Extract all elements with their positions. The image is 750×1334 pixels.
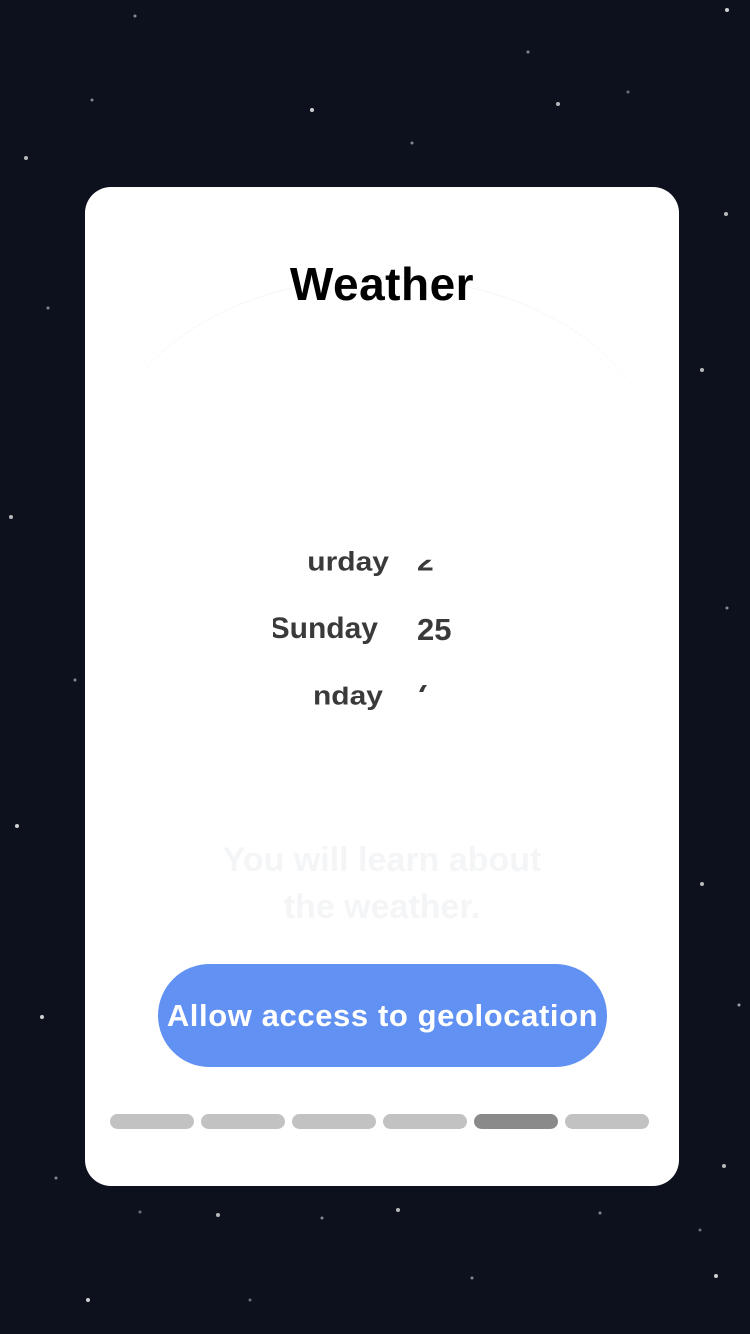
description-line: You will learn about (222, 841, 542, 879)
pagination-dot[interactable] (110, 1114, 194, 1129)
picker-row-selected[interactable]: Sunday 25 (265, 612, 505, 652)
pagination-dot[interactable] (383, 1114, 467, 1129)
pagination-dots (110, 1114, 654, 1129)
picker-row[interactable]: nday ( (265, 681, 505, 716)
pagination-dot-active[interactable] (474, 1114, 558, 1129)
pagination-dot[interactable] (565, 1114, 649, 1129)
description-line: the weather. (283, 888, 481, 926)
picker-day-label: nday (312, 681, 383, 711)
picker-day-label: urday (307, 547, 389, 577)
picker-date-label: ( (417, 681, 427, 711)
picker-date-label: 25 (417, 612, 451, 647)
picker-row[interactable]: urday 2 (265, 547, 505, 582)
pagination-dot[interactable] (201, 1114, 285, 1129)
description-text: You will learn about the weather. (165, 837, 599, 931)
pagination-dot[interactable] (292, 1114, 376, 1129)
page-title: Weather (289, 258, 475, 310)
day-picker[interactable]: urday 2 Sunday 25 nday ( (265, 542, 505, 722)
picker-day-label: Sunday (273, 612, 378, 645)
allow-geolocation-button[interactable]: Allow access to geolocation (158, 964, 607, 1067)
picker-date-label: 2 (417, 547, 433, 577)
onboarding-card: Weather urday 2 Sunday 25 nday ( You wil… (85, 187, 679, 1186)
